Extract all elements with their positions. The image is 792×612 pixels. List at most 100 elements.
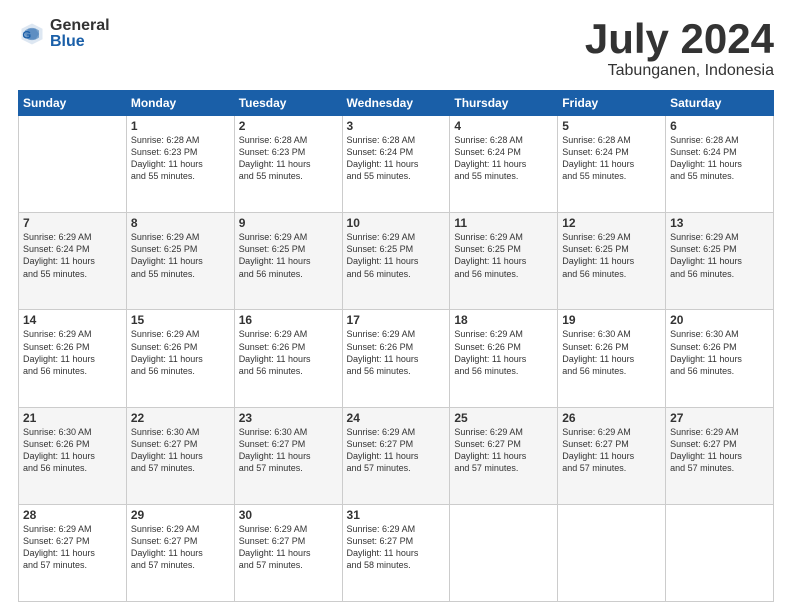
day-info: Sunrise: 6:30 AM Sunset: 6:26 PM Dayligh… <box>670 328 769 377</box>
week-row-2: 7Sunrise: 6:29 AM Sunset: 6:24 PM Daylig… <box>19 213 774 310</box>
svg-text:G: G <box>22 29 31 41</box>
title-block: July 2024 Tabunganen, Indonesia <box>585 18 774 80</box>
day-cell: 29Sunrise: 6:29 AM Sunset: 6:27 PM Dayli… <box>126 504 234 601</box>
day-number: 3 <box>347 119 446 133</box>
col-friday: Friday <box>558 91 666 116</box>
day-number: 11 <box>454 216 553 230</box>
day-number: 29 <box>131 508 230 522</box>
day-cell: 4Sunrise: 6:28 AM Sunset: 6:24 PM Daylig… <box>450 116 558 213</box>
week-row-4: 21Sunrise: 6:30 AM Sunset: 6:26 PM Dayli… <box>19 407 774 504</box>
day-cell: 10Sunrise: 6:29 AM Sunset: 6:25 PM Dayli… <box>342 213 450 310</box>
day-info: Sunrise: 6:30 AM Sunset: 6:27 PM Dayligh… <box>131 426 230 475</box>
weekday-header-row: Sunday Monday Tuesday Wednesday Thursday… <box>19 91 774 116</box>
day-cell: 19Sunrise: 6:30 AM Sunset: 6:26 PM Dayli… <box>558 310 666 407</box>
day-number: 10 <box>347 216 446 230</box>
month-title: July 2024 <box>585 18 774 60</box>
day-cell: 3Sunrise: 6:28 AM Sunset: 6:24 PM Daylig… <box>342 116 450 213</box>
day-cell: 9Sunrise: 6:29 AM Sunset: 6:25 PM Daylig… <box>234 213 342 310</box>
day-cell: 18Sunrise: 6:29 AM Sunset: 6:26 PM Dayli… <box>450 310 558 407</box>
col-wednesday: Wednesday <box>342 91 450 116</box>
day-info: Sunrise: 6:29 AM Sunset: 6:25 PM Dayligh… <box>454 231 553 280</box>
day-number: 25 <box>454 411 553 425</box>
day-cell: 12Sunrise: 6:29 AM Sunset: 6:25 PM Dayli… <box>558 213 666 310</box>
day-info: Sunrise: 6:29 AM Sunset: 6:25 PM Dayligh… <box>131 231 230 280</box>
day-number: 28 <box>23 508 122 522</box>
day-number: 9 <box>239 216 338 230</box>
day-number: 17 <box>347 313 446 327</box>
page: G General Blue July 2024 Tabunganen, Ind… <box>0 0 792 612</box>
day-number: 22 <box>131 411 230 425</box>
day-number: 6 <box>670 119 769 133</box>
day-info: Sunrise: 6:29 AM Sunset: 6:25 PM Dayligh… <box>239 231 338 280</box>
day-cell: 14Sunrise: 6:29 AM Sunset: 6:26 PM Dayli… <box>19 310 127 407</box>
day-info: Sunrise: 6:29 AM Sunset: 6:27 PM Dayligh… <box>670 426 769 475</box>
day-info: Sunrise: 6:30 AM Sunset: 6:27 PM Dayligh… <box>239 426 338 475</box>
col-monday: Monday <box>126 91 234 116</box>
day-info: Sunrise: 6:29 AM Sunset: 6:27 PM Dayligh… <box>347 426 446 475</box>
day-cell: 20Sunrise: 6:30 AM Sunset: 6:26 PM Dayli… <box>666 310 774 407</box>
day-cell: 23Sunrise: 6:30 AM Sunset: 6:27 PM Dayli… <box>234 407 342 504</box>
day-number: 7 <box>23 216 122 230</box>
day-cell: 28Sunrise: 6:29 AM Sunset: 6:27 PM Dayli… <box>19 504 127 601</box>
generalblue-icon: G <box>18 20 46 48</box>
week-row-3: 14Sunrise: 6:29 AM Sunset: 6:26 PM Dayli… <box>19 310 774 407</box>
day-info: Sunrise: 6:29 AM Sunset: 6:27 PM Dayligh… <box>562 426 661 475</box>
day-cell <box>666 504 774 601</box>
day-number: 19 <box>562 313 661 327</box>
day-info: Sunrise: 6:29 AM Sunset: 6:27 PM Dayligh… <box>347 523 446 572</box>
day-cell <box>558 504 666 601</box>
day-number: 24 <box>347 411 446 425</box>
day-cell: 8Sunrise: 6:29 AM Sunset: 6:25 PM Daylig… <box>126 213 234 310</box>
day-info: Sunrise: 6:28 AM Sunset: 6:23 PM Dayligh… <box>239 134 338 183</box>
day-number: 5 <box>562 119 661 133</box>
day-cell: 5Sunrise: 6:28 AM Sunset: 6:24 PM Daylig… <box>558 116 666 213</box>
day-info: Sunrise: 6:30 AM Sunset: 6:26 PM Dayligh… <box>562 328 661 377</box>
day-number: 18 <box>454 313 553 327</box>
day-number: 21 <box>23 411 122 425</box>
day-cell: 16Sunrise: 6:29 AM Sunset: 6:26 PM Dayli… <box>234 310 342 407</box>
day-cell: 30Sunrise: 6:29 AM Sunset: 6:27 PM Dayli… <box>234 504 342 601</box>
day-number: 26 <box>562 411 661 425</box>
day-info: Sunrise: 6:28 AM Sunset: 6:24 PM Dayligh… <box>670 134 769 183</box>
day-info: Sunrise: 6:29 AM Sunset: 6:26 PM Dayligh… <box>131 328 230 377</box>
day-info: Sunrise: 6:29 AM Sunset: 6:27 PM Dayligh… <box>23 523 122 572</box>
day-cell: 25Sunrise: 6:29 AM Sunset: 6:27 PM Dayli… <box>450 407 558 504</box>
week-row-5: 28Sunrise: 6:29 AM Sunset: 6:27 PM Dayli… <box>19 504 774 601</box>
day-info: Sunrise: 6:29 AM Sunset: 6:26 PM Dayligh… <box>23 328 122 377</box>
day-number: 23 <box>239 411 338 425</box>
day-cell: 15Sunrise: 6:29 AM Sunset: 6:26 PM Dayli… <box>126 310 234 407</box>
day-cell: 1Sunrise: 6:28 AM Sunset: 6:23 PM Daylig… <box>126 116 234 213</box>
day-cell: 11Sunrise: 6:29 AM Sunset: 6:25 PM Dayli… <box>450 213 558 310</box>
day-cell <box>450 504 558 601</box>
day-info: Sunrise: 6:29 AM Sunset: 6:26 PM Dayligh… <box>347 328 446 377</box>
day-number: 20 <box>670 313 769 327</box>
day-info: Sunrise: 6:29 AM Sunset: 6:27 PM Dayligh… <box>239 523 338 572</box>
col-saturday: Saturday <box>666 91 774 116</box>
day-number: 12 <box>562 216 661 230</box>
day-cell: 7Sunrise: 6:29 AM Sunset: 6:24 PM Daylig… <box>19 213 127 310</box>
day-cell: 31Sunrise: 6:29 AM Sunset: 6:27 PM Dayli… <box>342 504 450 601</box>
day-info: Sunrise: 6:28 AM Sunset: 6:24 PM Dayligh… <box>562 134 661 183</box>
day-info: Sunrise: 6:29 AM Sunset: 6:27 PM Dayligh… <box>131 523 230 572</box>
week-row-1: 1 Sunrise: 6:28 AM Sunset: 6:23 PM Daylig… <box>19 116 774 213</box>
day-cell: 22Sunrise: 6:30 AM Sunset: 6:27 PM Dayli… <box>126 407 234 504</box>
day-info: Sunrise: 6:29 AM Sunset: 6:24 PM Dayligh… <box>23 231 122 280</box>
day-info: Sunrise: 6:30 AM Sunset: 6:26 PM Dayligh… <box>23 426 122 475</box>
day-number: 16 <box>239 313 338 327</box>
day-number: 30 <box>239 508 338 522</box>
day-number: 1 <box>131 119 230 133</box>
day-info: Sunrise: 6:29 AM Sunset: 6:26 PM Dayligh… <box>239 328 338 377</box>
day-number: 4 <box>454 119 553 133</box>
day-info: Sunrise: 6:28 AM Sunset: 6:24 PM Dayligh… <box>347 134 446 183</box>
col-sunday: Sunday <box>19 91 127 116</box>
logo-blue-text: Blue <box>50 34 110 50</box>
day-cell: 6Sunrise: 6:28 AM Sunset: 6:24 PM Daylig… <box>666 116 774 213</box>
day-number: 8 <box>131 216 230 230</box>
day-number: 2 <box>239 119 338 133</box>
col-thursday: Thursday <box>450 91 558 116</box>
logo-text: General Blue <box>50 18 110 50</box>
day-info: Sunrise: 6:29 AM Sunset: 6:27 PM Dayligh… <box>454 426 553 475</box>
day-number: 13 <box>670 216 769 230</box>
day-cell: 2Sunrise: 6:28 AM Sunset: 6:23 PM Daylig… <box>234 116 342 213</box>
day-number: 27 <box>670 411 769 425</box>
